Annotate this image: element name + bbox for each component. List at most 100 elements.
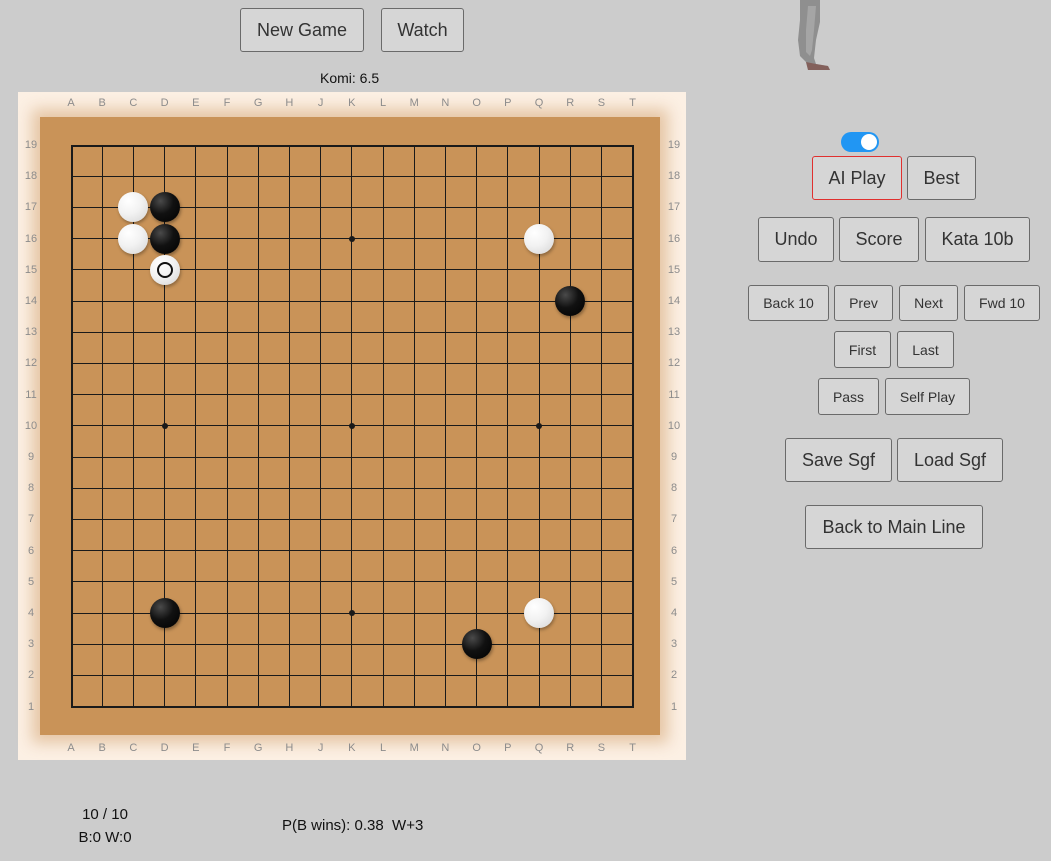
grid-line-row xyxy=(71,362,634,364)
black-stone xyxy=(149,223,180,254)
column-label-bottom: H xyxy=(285,742,294,754)
grid-line-col xyxy=(569,145,571,708)
grid-line-col xyxy=(195,145,197,708)
column-label-top: S xyxy=(597,97,606,109)
new-game-button[interactable]: New Game xyxy=(240,8,364,52)
row-label-left: 2 xyxy=(27,669,35,682)
column-label-top: M xyxy=(409,97,419,109)
row-label-right: 4 xyxy=(670,607,678,619)
column-label-top: N xyxy=(441,97,450,109)
grid-line-row xyxy=(71,144,634,147)
grid-line-row xyxy=(71,394,634,396)
grid-line-row xyxy=(71,643,634,645)
kata-10b-button[interactable]: Kata 10b xyxy=(925,217,1030,262)
grid-line-col xyxy=(632,145,635,708)
watch-button[interactable]: Watch xyxy=(381,8,464,52)
row-label-left: 17 xyxy=(24,201,38,214)
star-point xyxy=(348,235,355,242)
win-probability: P(B wins): 0.38 W+3 xyxy=(282,817,424,834)
black-stone xyxy=(555,286,586,316)
row-label-right: 18 xyxy=(667,170,681,183)
column-label-bottom: D xyxy=(160,742,169,754)
row-label-left: 16 xyxy=(24,232,38,245)
grid-line-col xyxy=(600,145,602,708)
best-button[interactable]: Best xyxy=(907,156,976,200)
row-label-right: 8 xyxy=(670,482,678,495)
ai-play-button[interactable]: AI Play xyxy=(812,156,902,200)
column-label-top: P xyxy=(504,97,512,109)
self-play-button[interactable]: Self Play xyxy=(885,378,970,415)
row-label-left: 10 xyxy=(24,419,38,432)
column-label-bottom: S xyxy=(597,742,606,754)
grid-line-row xyxy=(71,706,634,709)
column-label-bottom: O xyxy=(472,742,481,754)
column-label-top: A xyxy=(67,97,75,109)
star-point xyxy=(536,422,542,429)
row-label-left: 5 xyxy=(27,575,35,588)
grid-line-col xyxy=(507,145,509,708)
last-move-marker xyxy=(156,261,173,278)
row-label-right: 14 xyxy=(667,295,681,307)
column-label-top: F xyxy=(223,97,231,109)
row-label-left: 18 xyxy=(24,170,38,183)
row-label-left: 19 xyxy=(24,139,38,151)
back-to-main-line-button[interactable]: Back to Main Line xyxy=(805,505,983,549)
star-point xyxy=(161,422,168,429)
black-stone xyxy=(149,598,180,628)
star-point xyxy=(348,422,355,429)
row-label-left: 14 xyxy=(24,295,38,307)
star-point xyxy=(348,610,355,616)
grid-line-row xyxy=(71,581,634,583)
last-button[interactable]: Last xyxy=(897,331,954,368)
column-label-top: J xyxy=(317,97,324,109)
pass-button[interactable]: Pass xyxy=(818,378,879,415)
grid-line-row xyxy=(71,300,634,302)
column-label-bottom: T xyxy=(629,742,636,754)
ai-toggle-switch[interactable] xyxy=(841,132,879,152)
grid-line-col xyxy=(413,145,415,708)
grid-line-col xyxy=(226,145,228,708)
next-button[interactable]: Next xyxy=(899,285,958,321)
undo-button[interactable]: Undo xyxy=(758,217,834,262)
player-avatar-figure xyxy=(798,0,830,70)
prev-button[interactable]: Prev xyxy=(834,285,893,321)
column-label-top: C xyxy=(129,97,138,109)
grid-line-row xyxy=(71,487,634,489)
row-label-right: 1 xyxy=(670,700,678,713)
grid-line-col xyxy=(320,145,322,708)
captures-count: B:0 W:0 xyxy=(78,829,132,846)
first-button[interactable]: First xyxy=(834,331,891,368)
fwd-10-button[interactable]: Fwd 10 xyxy=(964,285,1040,321)
grid-line-row xyxy=(71,456,634,458)
row-label-left: 1 xyxy=(27,700,35,713)
column-label-bottom: A xyxy=(67,742,75,754)
go-board[interactable]: A A B B C C D D E E F F G G H H J J K K L L M M N N O O P P Q Q R R S S T T 19… xyxy=(18,92,686,760)
back-10-button[interactable]: Back 10 xyxy=(748,285,829,321)
column-label-bottom: K xyxy=(348,742,356,754)
row-label-left: 13 xyxy=(24,326,38,339)
column-label-top: R xyxy=(566,97,575,109)
row-label-right: 16 xyxy=(667,232,681,245)
row-label-right: 10 xyxy=(667,419,681,432)
row-label-left: 9 xyxy=(27,451,35,463)
grid-line-row xyxy=(71,550,634,552)
white-stone xyxy=(524,598,554,628)
column-label-bottom: G xyxy=(253,742,263,754)
black-stone xyxy=(149,192,180,223)
row-label-right: 15 xyxy=(667,263,681,276)
row-label-right: 17 xyxy=(667,201,681,214)
column-label-top: D xyxy=(160,97,169,109)
column-label-bottom: E xyxy=(192,742,200,754)
grid-line-row xyxy=(71,674,634,676)
column-label-top: E xyxy=(192,97,200,109)
row-label-left: 8 xyxy=(27,482,35,495)
row-label-right: 9 xyxy=(670,451,678,463)
save-sgf-button[interactable]: Save Sgf xyxy=(785,438,892,482)
white-stone xyxy=(524,223,554,254)
column-label-bottom: J xyxy=(317,742,324,754)
grid-line-col xyxy=(444,145,446,708)
column-label-top: O xyxy=(472,97,481,109)
grid-line-row xyxy=(71,518,634,520)
score-button[interactable]: Score xyxy=(839,217,919,262)
load-sgf-button[interactable]: Load Sgf xyxy=(897,438,1003,482)
